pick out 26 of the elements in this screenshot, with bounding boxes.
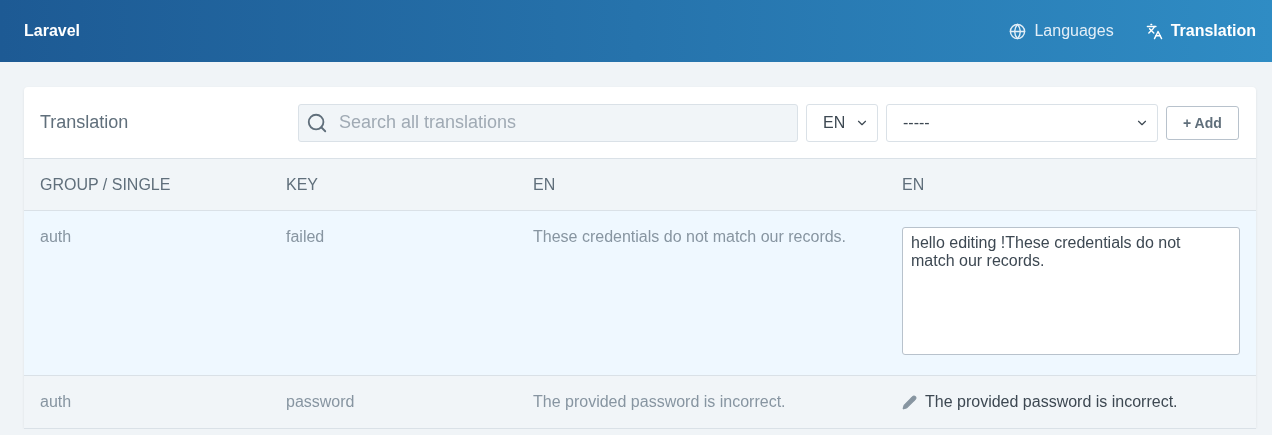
column-header: KEY — [285, 175, 319, 194]
card-title: Translation — [40, 112, 130, 133]
language-select[interactable]: EN — [806, 103, 878, 142]
search-field[interactable]: Search all translations — [298, 103, 798, 142]
search-icon — [306, 111, 328, 134]
table-row[interactable]: auth password The provided password is incorrect. The provided password is incorrect. — [24, 376, 1256, 429]
translation-input[interactable]: hello editing !These credentials do not match our records. — [902, 227, 1240, 355]
table-cell-text: auth — [39, 227, 73, 247]
nav-link[interactable]: Translation — [1145, 22, 1256, 40]
table-cell-text: The provided password is incorrect. — [532, 392, 787, 412]
table-cell-text: failed — [285, 227, 326, 247]
table-cell-text: auth — [39, 392, 73, 412]
column-header: EN — [901, 175, 926, 194]
table-cell-text: password — [285, 392, 356, 412]
column-header: GROUP / SINGLE — [39, 175, 172, 194]
globe-icon — [1009, 22, 1027, 40]
translation-text[interactable]: The provided password is incorrect. — [902, 392, 1240, 412]
group-select[interactable]: ----- — [886, 103, 1158, 142]
table-cell-text: These credentials do not match our records. — [532, 227, 848, 247]
translate-icon — [1145, 22, 1163, 40]
nav-link[interactable]: Languages — [1009, 22, 1114, 40]
add-button[interactable]: + Add — [1166, 105, 1239, 140]
column-header: EN — [532, 175, 557, 194]
brand-logo[interactable]: Laravel — [24, 22, 978, 40]
table-row[interactable]: auth failed These credentials do not match our records. hello editing !These credentials do not match our records. — [24, 211, 1256, 376]
pencil-icon — [902, 394, 917, 410]
